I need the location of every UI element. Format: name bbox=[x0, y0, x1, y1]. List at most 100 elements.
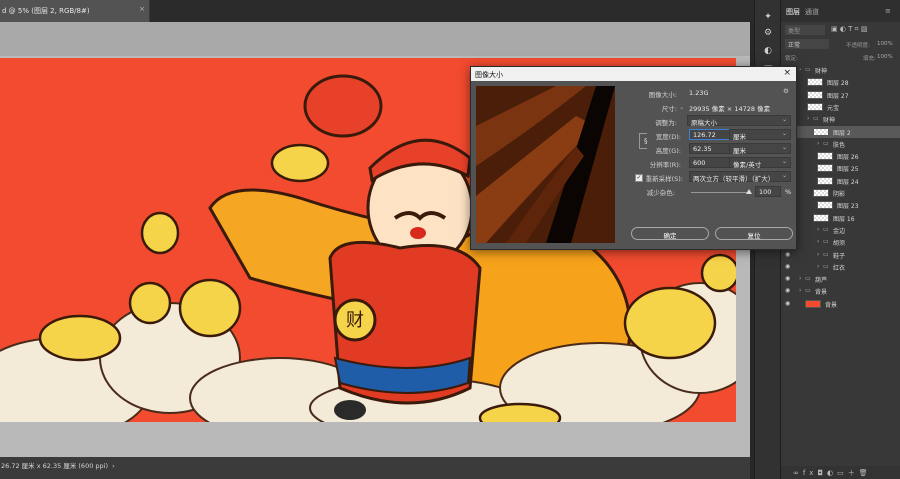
layer-row[interactable]: ◉图层 2 bbox=[781, 125, 900, 138]
layer-row[interactable]: ◉图层 23 bbox=[781, 199, 900, 211]
expand-chevron-icon[interactable]: › bbox=[799, 275, 801, 282]
layer-thumbnail bbox=[807, 102, 823, 111]
layer-group-row[interactable]: ◉›▭胡须 bbox=[781, 236, 900, 248]
layers-panel: 图层 通道 ≡ 类型 ▣ ◐ T ⌗ ▨ 正常 不透明度: 100% 锁定: 填… bbox=[780, 0, 900, 479]
dimensions-chevron-icon[interactable]: ⌄ bbox=[679, 103, 684, 111]
image-size-dialog: 图像大小 × 图像大小: 1.23G ⚙ 尺寸: ⌄ 29935 像素 × 14… bbox=[470, 66, 797, 250]
dimensions-value: 29935 像素 × 14728 像素 bbox=[689, 105, 771, 113]
folder-icon: ▭ bbox=[805, 66, 811, 73]
chevron-down-icon: ⌄ bbox=[781, 158, 787, 165]
layer-row[interactable]: ◉ 背景 bbox=[781, 298, 900, 310]
width-unit: 厘米 bbox=[733, 133, 746, 141]
layer-name: 图层 25 bbox=[837, 166, 859, 174]
fit-to-value: 原稿大小 bbox=[691, 119, 717, 127]
layer-row[interactable]: ◉图层 28 bbox=[781, 76, 900, 88]
expand-chevron-icon[interactable]: › bbox=[817, 251, 819, 258]
layer-group-row[interactable]: ◉ › ▭ 背景 bbox=[781, 285, 900, 297]
panel-tabs: 图层 通道 ≡ bbox=[781, 0, 900, 22]
fill-value[interactable]: 100% bbox=[877, 54, 893, 60]
shoe-left bbox=[334, 400, 366, 420]
layer-row[interactable]: ◉元宝 bbox=[781, 101, 900, 113]
expand-chevron-icon[interactable]: › bbox=[817, 226, 819, 233]
adjustment-icon[interactable]: ◐ bbox=[827, 469, 837, 477]
expand-chevron-icon[interactable]: › bbox=[807, 115, 809, 122]
expand-chevron-icon[interactable]: › bbox=[799, 66, 801, 73]
adjustments-icon[interactable]: ◐ bbox=[761, 44, 775, 58]
panel-menu-icon[interactable]: ≡ bbox=[885, 7, 891, 15]
expand-chevron-icon[interactable]: › bbox=[799, 287, 801, 294]
layer-row[interactable]: ◉阴影 bbox=[781, 187, 900, 199]
layer-group-row[interactable]: ◉›▭财神 bbox=[781, 113, 900, 125]
layer-group-row[interactable]: ◉›▭财神 bbox=[781, 64, 900, 76]
tab-layers[interactable]: 图层 bbox=[786, 7, 800, 17]
folder-icon: ▭ bbox=[823, 225, 829, 233]
tab-channels[interactable]: 通道 bbox=[805, 7, 819, 17]
visibility-eye-icon[interactable]: ◉ bbox=[785, 275, 790, 282]
layer-name: 红衣 bbox=[833, 264, 846, 272]
height-unit: 厘米 bbox=[733, 147, 746, 155]
expand-chevron-icon[interactable]: › bbox=[817, 238, 819, 245]
layer-group-row[interactable]: ◉ › ▭ 葫芦 bbox=[781, 273, 900, 285]
new-layer-icon[interactable]: ＋ bbox=[848, 469, 859, 477]
layer-row[interactable]: ◉图层 25 bbox=[781, 162, 900, 174]
layer-name: 图层 28 bbox=[827, 80, 849, 88]
sparkle-icon[interactable]: ✦ bbox=[761, 10, 775, 24]
layer-name: 背景 bbox=[825, 301, 838, 309]
layer-row[interactable]: ◉图层 27 bbox=[781, 89, 900, 101]
mask-icon[interactable]: ◘ bbox=[817, 469, 827, 477]
layer-name: 图层 27 bbox=[827, 92, 849, 100]
layer-filter-input[interactable]: 类型 bbox=[785, 25, 825, 35]
layer-thumbnail bbox=[817, 176, 833, 185]
blend-mode-select[interactable]: 正常 bbox=[785, 39, 829, 49]
visibility-eye-icon[interactable]: ◉ bbox=[785, 263, 790, 270]
visibility-eye-icon[interactable]: ◉ bbox=[785, 287, 790, 294]
image-size-value: 1.23G bbox=[689, 89, 709, 97]
folder-icon: ▭ bbox=[805, 275, 811, 283]
status-arrow-icon[interactable]: › bbox=[112, 462, 115, 470]
trash-icon[interactable]: 🗑 bbox=[859, 469, 872, 477]
ok-button[interactable]: 确定 bbox=[631, 227, 709, 240]
layer-group-row[interactable]: ◉ › ▭ 红衣 bbox=[781, 261, 900, 273]
fx-icon[interactable]: fx bbox=[803, 469, 818, 477]
chevron-down-icon: ⌄ bbox=[781, 144, 787, 151]
expand-chevron-icon[interactable]: › bbox=[817, 140, 819, 147]
settings-gear-icon[interactable]: ⚙ bbox=[783, 87, 789, 95]
dialog-title-bar[interactable]: 图像大小 bbox=[471, 67, 796, 81]
layer-name: 鞋子 bbox=[833, 252, 846, 260]
layers-footer: ∞fx◘◐▭＋🗑 bbox=[781, 466, 900, 479]
layer-filter-icons[interactable]: ▣ ◐ T ⌗ ▨ bbox=[831, 25, 897, 35]
visibility-eye-icon[interactable]: ◉ bbox=[785, 300, 790, 307]
layer-row[interactable]: ◉图层 26 bbox=[781, 150, 900, 162]
opacity-label: 不透明度: bbox=[846, 43, 870, 49]
layer-row[interactable]: ◉图层 24 bbox=[781, 175, 900, 187]
document-tab[interactable]: d @ 5% (图层 2, RGB/8#) × bbox=[0, 0, 150, 22]
resample-select[interactable]: 两次立方（较平滑）（扩大） ⌄ bbox=[689, 171, 791, 183]
link-icon[interactable]: ∞ bbox=[793, 469, 803, 477]
resolution-unit-select[interactable]: 像素/英寸 ⌄ bbox=[729, 157, 791, 169]
visibility-eye-icon[interactable]: ◉ bbox=[785, 251, 790, 258]
reset-button[interactable]: 复位 bbox=[715, 227, 793, 240]
properties-icon[interactable]: ⚙ bbox=[761, 26, 775, 40]
folder-icon: ▭ bbox=[823, 139, 829, 147]
folder-icon[interactable]: ▭ bbox=[837, 469, 848, 477]
width-unit-select[interactable]: 厘米 ⌄ bbox=[729, 129, 791, 141]
height-input[interactable]: 62.35 bbox=[689, 143, 733, 154]
width-input[interactable]: 126.72 bbox=[689, 129, 733, 140]
folder-icon: ▭ bbox=[813, 115, 819, 123]
height-unit-select[interactable]: 厘米 ⌄ bbox=[729, 143, 791, 155]
expand-chevron-icon[interactable]: › bbox=[817, 263, 819, 270]
opacity-value[interactable]: 100% bbox=[877, 41, 893, 47]
slider-thumb[interactable] bbox=[746, 189, 752, 194]
layer-group-row[interactable]: ◉ › ▭ 鞋子 bbox=[781, 249, 900, 261]
reduce-noise-slider[interactable] bbox=[691, 189, 752, 194]
layer-group-row[interactable]: ◉›▭金边 bbox=[781, 224, 900, 236]
reduce-noise-input[interactable]: 100 bbox=[755, 186, 781, 197]
close-tab-icon[interactable]: × bbox=[139, 5, 145, 13]
status-bar: 26.72 厘米 x 62.35 厘米 (600 ppi) › bbox=[0, 457, 750, 479]
dialog-close-button[interactable]: × bbox=[783, 68, 791, 78]
layer-row[interactable]: ◉图层 16 bbox=[781, 212, 900, 224]
image-preview[interactable] bbox=[476, 86, 615, 243]
layer-group-row[interactable]: ◉›▭肤色 bbox=[781, 138, 900, 150]
resolution-input[interactable]: 600 bbox=[689, 157, 733, 168]
fit-to-select[interactable]: 原稿大小 ⌄ bbox=[687, 115, 791, 127]
